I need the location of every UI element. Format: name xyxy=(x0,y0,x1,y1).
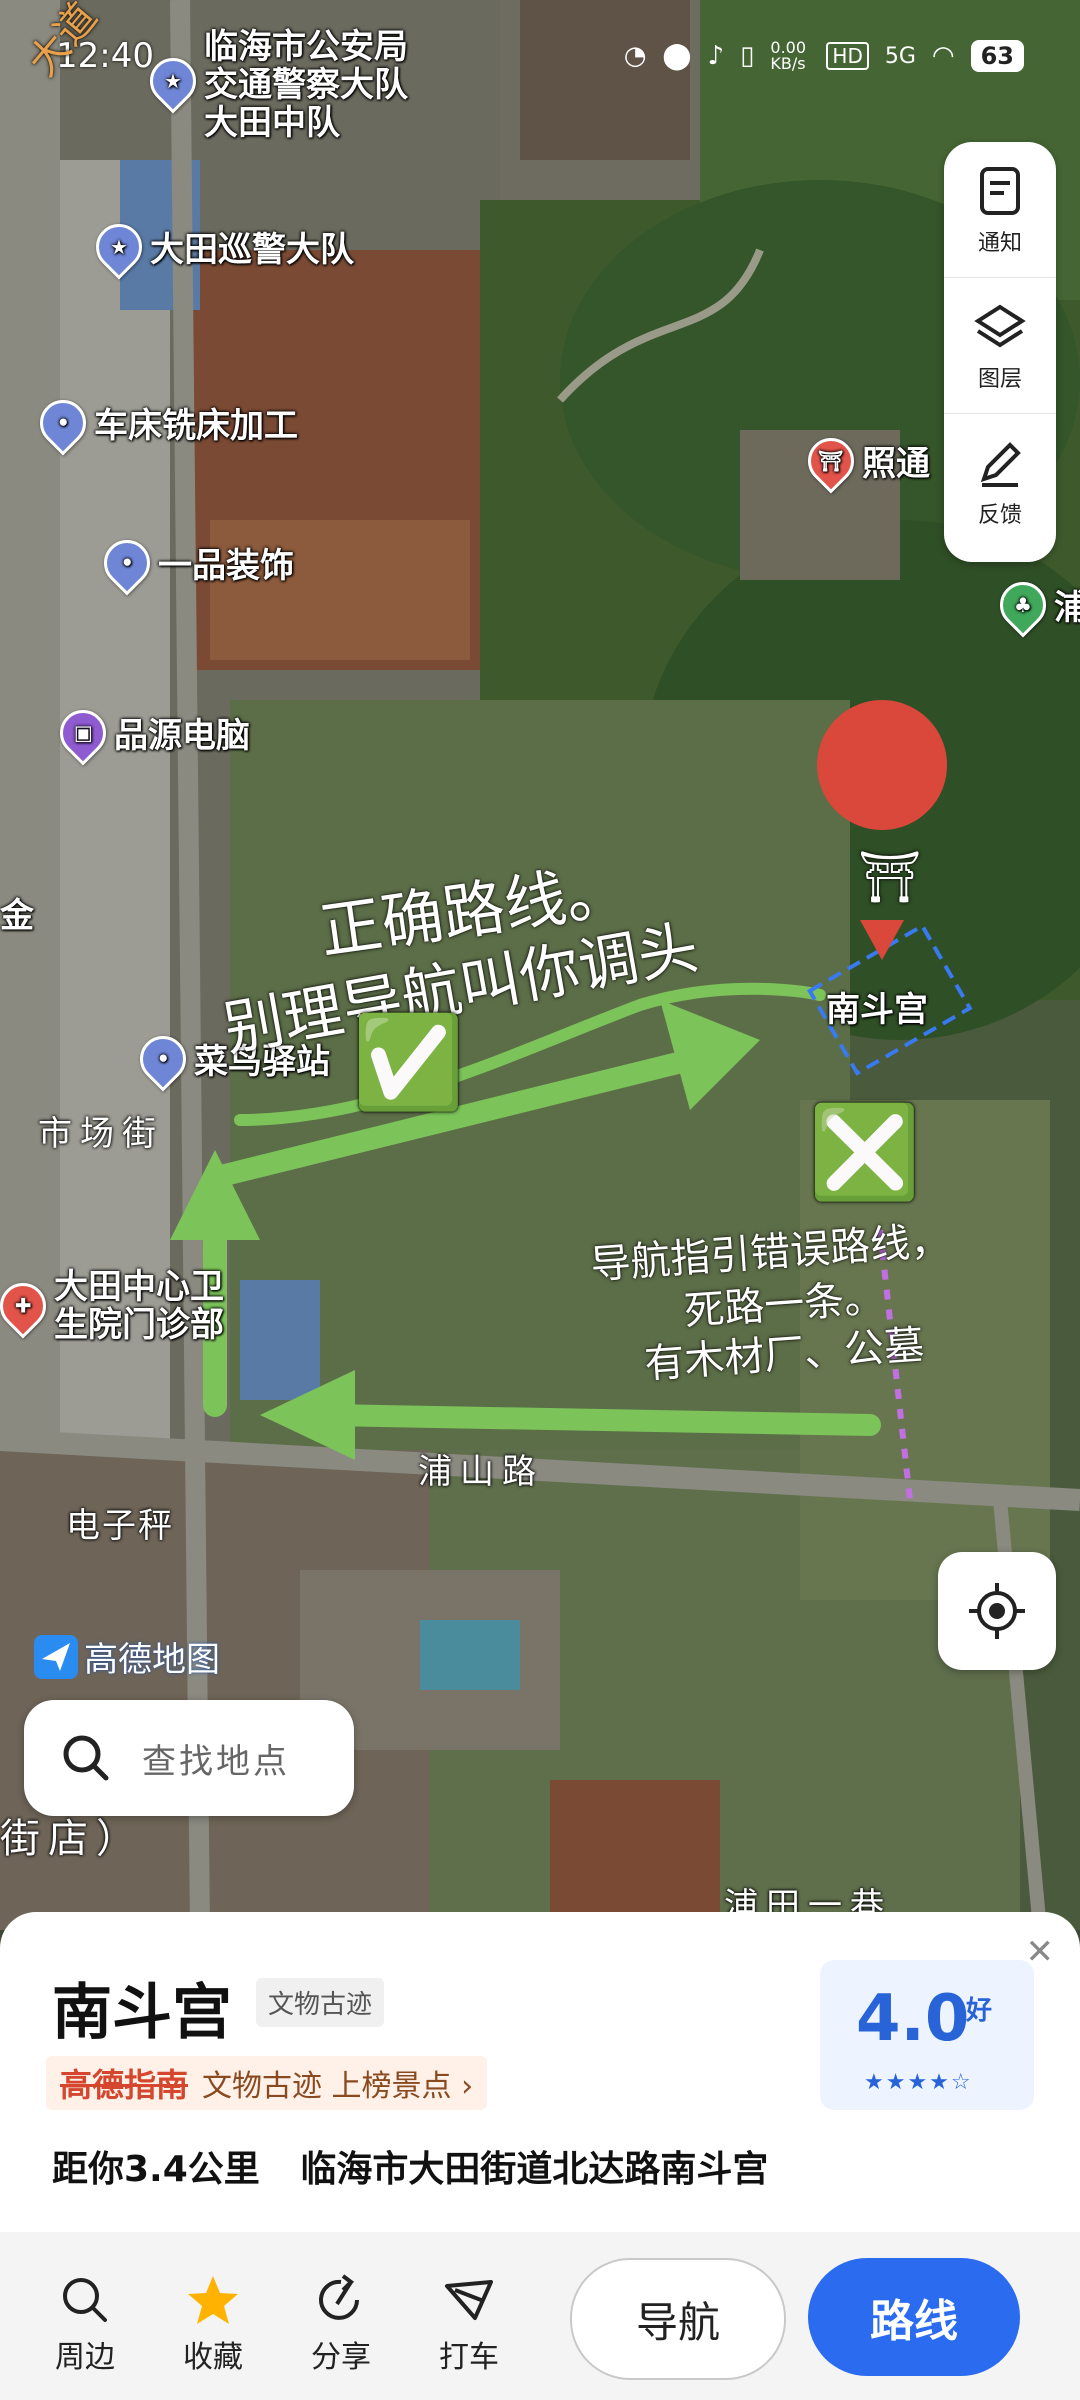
mic-icon: ♪ xyxy=(707,41,725,71)
wifi-icon: ◠ xyxy=(931,41,955,71)
star-icon xyxy=(188,2276,238,2324)
feedback-label: 反馈 xyxy=(977,502,1022,528)
poi-label: 南斗宫 xyxy=(826,990,928,1030)
poi-label: 大田巡警大队 xyxy=(150,230,354,270)
poi-zhaotong[interactable]: ⛩ 照通 xyxy=(798,427,930,494)
around-button[interactable]: 周边 xyxy=(40,2272,130,2376)
layers-label: 图层 xyxy=(977,366,1022,392)
taxi-icon xyxy=(445,2280,493,2320)
poi-pu[interactable]: ♣ 浦 xyxy=(990,571,1080,638)
pencil-icon xyxy=(980,441,1021,487)
locate-button[interactable] xyxy=(938,1552,1056,1670)
rating-score: 4.0 xyxy=(856,1982,970,2056)
place-info: 距你3.4公里 临海市大田街道北达路南斗宫 xyxy=(52,2140,768,2192)
hd-badge: HD xyxy=(826,42,869,70)
rating-stars: ★★★★☆ xyxy=(864,2070,973,2095)
poi-jin[interactable]: 金 xyxy=(0,888,34,937)
pin-icon: • xyxy=(94,529,160,596)
road-label: 电子秤 xyxy=(66,1506,174,1546)
shop-icon: ▣ xyxy=(50,699,116,766)
layers-icon xyxy=(974,304,1026,347)
tree-icon: ♣ xyxy=(990,571,1056,638)
poi-yipin-decoration[interactable]: • 一品装饰 xyxy=(94,529,294,596)
poi-label: 一品装饰 xyxy=(158,546,294,586)
temple-icon: ⛩ xyxy=(858,848,922,906)
search-placeholder: 查找地点 xyxy=(142,1741,290,1782)
amap-logo-icon xyxy=(34,1634,78,1679)
location-icon: ⬤ xyxy=(662,41,692,71)
locate-icon xyxy=(969,1583,1025,1639)
poi-label: 金 xyxy=(0,896,34,936)
notice-label: 通知 xyxy=(977,230,1022,256)
poi-traffic-police[interactable]: ★ 临海市公安局 交通警察大队 大田中队 xyxy=(140,27,408,143)
cross-mark-icon: ❎ xyxy=(808,1100,921,1205)
rating-box[interactable]: 4.0 好 ★★★★☆ xyxy=(820,1960,1034,2110)
place-name: 南斗宫 xyxy=(52,1978,232,2048)
map-tools-panel: 通知 图层 反馈 xyxy=(944,142,1056,562)
place-address: 临海市大田街道北达路南斗宫 xyxy=(300,2149,769,2190)
poi-lathe-machining[interactable]: • 车床铣床加工 xyxy=(30,389,298,456)
guide-banner[interactable]: 高德指南 文物古迹 上榜景点 › xyxy=(46,2056,488,2110)
poi-label: 浦 xyxy=(1054,588,1080,628)
poi-label: 照通 xyxy=(862,444,930,484)
taxi-label: 打车 xyxy=(439,2340,499,2375)
rating-label: 好 xyxy=(966,1996,993,2026)
around-label: 周边 xyxy=(55,2340,115,2375)
favorite-button[interactable]: 收藏 xyxy=(168,2272,258,2376)
poi-label: 临海市公安局 交通警察大队 大田中队 xyxy=(204,27,408,143)
place-category: 文物古迹 xyxy=(256,1978,385,2027)
road-label: 浦山路 xyxy=(418,1452,544,1492)
search-box[interactable]: 查找地点 xyxy=(24,1700,354,1816)
star-icon: ★ xyxy=(140,48,206,114)
poi-nandougong[interactable]: 南斗宫 xyxy=(826,982,928,1031)
place-distance: 距你3.4公里 xyxy=(52,2149,260,2190)
bottom-action-bar: 周边 收藏 分享 打车 导航 路线 xyxy=(0,2232,1080,2400)
temple-icon: ⛩ xyxy=(798,427,864,494)
notice-button[interactable]: 通知 xyxy=(944,142,1056,278)
alarm-icon: ◔ xyxy=(623,41,647,71)
guide-text: 文物古迹 上榜景点 › xyxy=(202,2069,474,2104)
check-mark-icon: ✅ xyxy=(352,1010,465,1115)
signal-5g: 5G xyxy=(884,43,916,69)
share-button[interactable]: 分享 xyxy=(296,2272,386,2376)
navigate-button[interactable]: 导航 xyxy=(570,2258,786,2380)
amap-logo: 高德地图 xyxy=(34,1632,220,1681)
pin-icon: • xyxy=(30,389,96,456)
battery-indicator: 63 xyxy=(970,40,1024,72)
place-detail-sheet[interactable]: ✕ 南斗宫 文物古迹 高德指南 文物古迹 上榜景点 › 距你3.4公里 临海市大… xyxy=(0,1912,1080,2232)
vibrate-icon: ▯ xyxy=(740,41,755,71)
poi-patrol-police[interactable]: ★ 大田巡警大队 xyxy=(86,213,354,280)
net-speed: 0.00 KB/s xyxy=(770,38,807,73)
poi-label: 品源电脑 xyxy=(114,716,250,756)
share-label: 分享 xyxy=(311,2340,371,2375)
layers-button[interactable]: 图层 xyxy=(944,278,1056,414)
search-icon xyxy=(63,1735,109,1781)
search-icon xyxy=(63,2278,107,2322)
favorite-label: 收藏 xyxy=(183,2340,243,2375)
notice-icon xyxy=(980,166,1020,215)
status-icons: ◔ ⬤ ♪ ▯ 0.00 KB/s HD 5G ◠ 63 xyxy=(624,40,1024,72)
poi-label: 车床铣床加工 xyxy=(94,406,298,446)
pin-icon: • xyxy=(130,1025,196,1092)
medical-icon: ✚ xyxy=(0,1273,56,1339)
poi-label: 大田中心卫 生院门诊部 xyxy=(54,1267,224,1345)
star-icon: ★ xyxy=(86,213,152,280)
poi-pinyuan-computer[interactable]: ▣ 品源电脑 xyxy=(50,699,250,766)
feedback-button[interactable]: 反馈 xyxy=(944,414,1056,549)
amap-logo-text: 高德地图 xyxy=(84,1640,220,1680)
guide-brand: 高德指南 xyxy=(60,2066,189,2104)
share-icon xyxy=(319,2274,359,2320)
map-view[interactable]: 12:40 ◔ ⬤ ♪ ▯ 0.00 KB/s HD 5G ◠ 63 大道 ★ … xyxy=(0,0,1080,1930)
taxi-button[interactable]: 打车 xyxy=(424,2272,514,2376)
route-button[interactable]: 路线 xyxy=(808,2258,1020,2376)
road-label: 市场街 xyxy=(38,1114,164,1154)
poi-health-center[interactable]: ✚ 大田中心卫 生院门诊部 xyxy=(0,1268,224,1344)
